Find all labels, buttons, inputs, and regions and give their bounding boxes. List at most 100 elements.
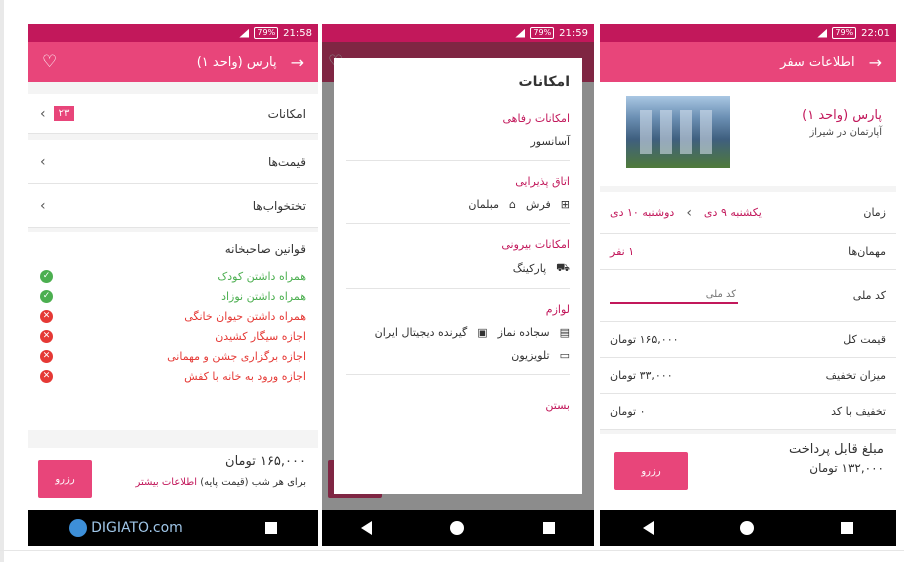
more-info-link[interactable]: اطلاعات بیشتر: [135, 477, 197, 488]
row-label: امکانات: [267, 106, 306, 121]
recent-apps-icon[interactable]: [840, 522, 853, 534]
divider: [346, 374, 570, 375]
guests-value: ۱ نفر: [610, 245, 635, 258]
rule-item: همراه داشتن نوزاد ✓: [40, 286, 306, 306]
app-toolbar: → پارس (واحد ۱) ♡: [28, 42, 318, 82]
row-code-discount: تخفیف با کد ۰ تومان: [600, 394, 896, 430]
row-total: قیمت کل ۱۶۵,۰۰۰ تومان: [600, 322, 896, 358]
status-bar: 79% 21:59: [322, 24, 594, 42]
row-discount: میزان تخفیف ۳۳,۰۰۰ تومان: [600, 358, 896, 394]
amenity-item: گیرنده دیجیتال ایران: [374, 326, 468, 339]
signal-icon: [239, 28, 250, 38]
cross-icon: ✕: [40, 329, 53, 343]
row-beds[interactable]: تختخواب‌ها ‹: [28, 184, 318, 228]
back-arrow-icon[interactable]: →: [291, 53, 304, 72]
status-time: 21:58: [283, 27, 312, 39]
cross-icon: ✕: [40, 309, 53, 323]
recent-apps-icon[interactable]: [264, 522, 277, 534]
recent-apps-icon[interactable]: [542, 522, 555, 534]
dialog-title: امکانات: [518, 74, 570, 90]
amenity-item: مبلمان: [468, 198, 500, 211]
amenity-list: ⊞ فرش ⌂ مبلمان: [346, 198, 570, 211]
place-photo: [626, 96, 730, 168]
row-national-code: کد ملی: [600, 270, 896, 322]
reserve-button[interactable]: رزرو: [614, 452, 688, 490]
brand-text: DIGIATO.com: [91, 520, 183, 536]
rule-item: اجازه ورود به خانه با کفش ✕: [40, 366, 306, 386]
check-icon: ✓: [40, 289, 53, 303]
chevron-left-icon: ‹: [40, 153, 46, 170]
amenity-item: تلویزیون: [511, 349, 550, 362]
android-nav-bar: [322, 510, 594, 546]
cross-icon: ✕: [40, 349, 53, 363]
back-arrow-icon[interactable]: →: [869, 53, 882, 72]
divider: [346, 223, 570, 224]
tv-icon: ▭: [559, 349, 570, 362]
rules-title: قوانین صاحبخانه: [224, 242, 306, 256]
divider: [346, 288, 570, 289]
section-title: امکانات رفاهی: [502, 112, 570, 125]
price-note: برای هر شب (قیمت پایه): [200, 477, 306, 488]
chevron-left-icon: ‹: [686, 204, 692, 221]
row-label: زمان: [863, 206, 886, 219]
rug-icon: ⊞: [560, 198, 570, 211]
rule-text: اجازه سیگار کشیدن: [215, 329, 306, 343]
rule-item: همراه داشتن حیوان خانگی ✕: [40, 306, 306, 326]
rule-text: اجازه ورود به خانه با کفش: [184, 369, 306, 383]
brand-logo-icon: [69, 519, 88, 537]
brand-watermark: DIGIATO.com: [69, 519, 183, 537]
status-bar: 79% 21:58: [28, 24, 318, 42]
amenity-item: آسانسور: [530, 135, 571, 148]
phone-screen-amenities: 79% 21:59 ♡ امکانات امکانات رفاهی آسانسو…: [322, 24, 594, 546]
code-discount-value: ۰ تومان: [610, 405, 646, 418]
battery-indicator: 79%: [832, 27, 857, 39]
rule-text: همراه داشتن نوزاد: [221, 289, 306, 303]
nav-back-icon[interactable]: [361, 521, 373, 535]
date-range: یکشنبه ۹ دی ‹ دوشنبه ۱۰ دی: [610, 205, 762, 221]
amenity-list: ⛟ پارکینگ: [346, 261, 570, 276]
rule-item: اجازه برگزاری جشن و مهمانی ✕: [40, 346, 306, 366]
heart-icon[interactable]: ♡: [42, 52, 57, 72]
amenity-item: فرش: [526, 198, 551, 211]
total-value: ۱۶۵,۰۰۰ تومان: [610, 333, 679, 346]
row-time[interactable]: زمان یکشنبه ۹ دی ‹ دوشنبه ۱۰ دی: [600, 192, 896, 234]
amenity-list: ▤ سجاده نماز ▣ گیرنده دیجیتال ایران: [346, 326, 570, 339]
signal-icon: [817, 28, 828, 38]
receiver-icon: ▣: [477, 326, 488, 339]
signal-icon: [515, 28, 526, 38]
close-dialog-button[interactable]: بستن: [346, 399, 570, 412]
nav-home-icon[interactable]: [740, 521, 755, 535]
divider: [346, 160, 570, 161]
section-title: لوازم: [545, 303, 570, 316]
row-label: قیمت کل: [843, 333, 886, 346]
amenities-dialog: امکانات امکانات رفاهی آسانسور اتاق پذیرا…: [334, 58, 582, 494]
chevron-left-icon: ‹: [40, 197, 46, 214]
app-toolbar: → اطلاعات سفر: [600, 42, 896, 82]
row-prices[interactable]: قیمت‌ها ‹: [28, 140, 318, 184]
national-code-input[interactable]: [610, 287, 738, 304]
check-icon: ✓: [40, 269, 53, 283]
section-title: اتاق پذیرایی: [515, 175, 570, 188]
row-label: میزان تخفیف: [825, 369, 886, 382]
reserve-button[interactable]: رزرو: [38, 460, 92, 498]
amenity-item: سجاده نماز: [497, 326, 550, 339]
date-to: دوشنبه ۱۰ دی: [610, 206, 675, 219]
nav-back-icon[interactable]: [643, 521, 655, 535]
rule-text: اجازه برگزاری جشن و مهمانی: [167, 349, 306, 363]
bottom-border: [0, 550, 904, 551]
phone-screen-trip-info: 79% 22:01 → اطلاعات سفر پارس (واحد ۱) آپ…: [600, 24, 896, 546]
sofa-icon: ⌂: [509, 198, 517, 211]
screenshot-frame: 79% 21:58 → پارس (واحد ۱) ♡ امکانات ‹ ۲۳…: [0, 0, 904, 562]
row-guests[interactable]: مهمان‌ها ۱ نفر: [600, 234, 896, 270]
amenity-list: آسانسور: [346, 135, 571, 148]
battery-indicator: 79%: [254, 27, 279, 39]
rule-text: همراه داشتن حیوان خانگی: [184, 309, 306, 323]
place-info: پارس (واحد ۱) آپارتمان در شیراز: [802, 108, 882, 138]
row-amenities[interactable]: امکانات ‹ ۲۳: [28, 94, 318, 134]
rule-item: اجازه سیگار کشیدن ✕: [40, 326, 306, 346]
left-border: [0, 0, 4, 562]
amenity-item: پارکینگ: [512, 262, 547, 275]
discount-value: ۳۳,۰۰۰ تومان: [610, 369, 673, 382]
nav-home-icon[interactable]: [450, 521, 465, 535]
row-label: قیمت‌ها: [267, 154, 306, 169]
